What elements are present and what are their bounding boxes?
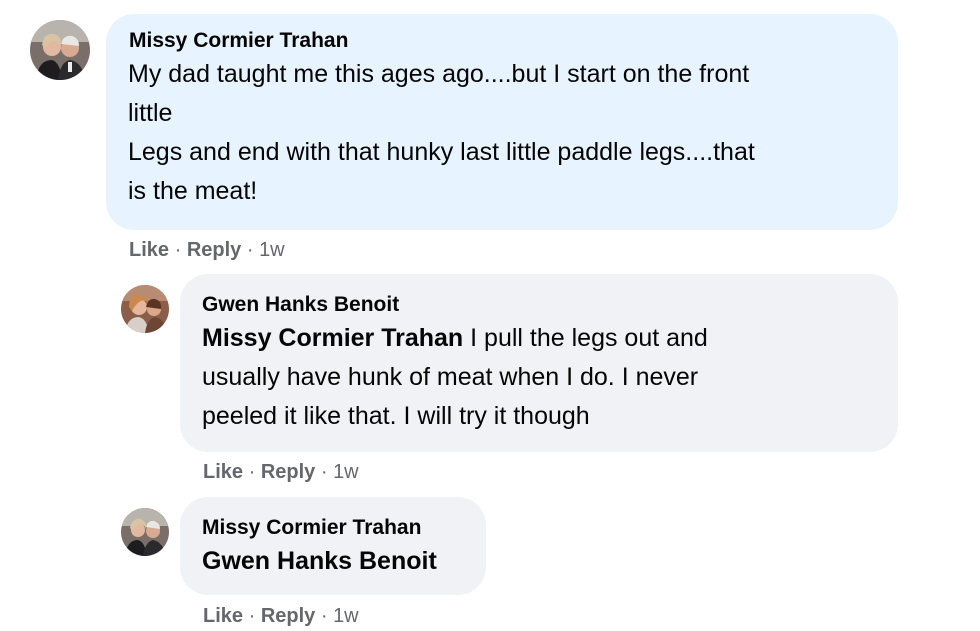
comment-text-line: My dad taught me this ages ago....but I … [128,60,750,88]
separator: · [248,461,261,483]
comment-text: Gwen Hanks Benoit [202,542,464,581]
separator: · [320,461,334,483]
separator: · [320,605,334,627]
comment-text-fragment: I pull the legs out and [463,324,708,352]
comment-text: Missy Cormier Trahan I pull the legs out… [202,319,876,436]
comment-author[interactable]: Missy Cormier Trahan [129,28,876,54]
mention-link[interactable]: Missy Cormier Trahan [202,324,463,352]
separator: · [246,239,260,261]
comment-text-line: peeled it like that. I will try it thoug… [202,402,590,430]
comment-text-line: Legs and end with that hunky last little… [128,138,755,166]
comment-author[interactable]: Gwen Hanks Benoit [202,292,876,318]
like-button[interactable]: Like [203,605,243,627]
reply-button[interactable]: Reply [261,461,315,483]
comment-timestamp[interactable]: 1w [259,239,285,261]
avatar[interactable] [121,285,169,333]
profile-photo-icon [121,508,169,556]
comment-bubble: Missy Cormier Trahan My dad taught me th… [106,14,898,230]
comment-author[interactable]: Missy Cormier Trahan [202,515,464,541]
avatar[interactable] [121,508,169,556]
comment-text-line: is the meat! [128,177,258,205]
comment-timestamp[interactable]: 1w [333,461,359,483]
avatar[interactable] [30,20,90,80]
like-button[interactable]: Like [203,461,243,483]
comment-actions: Like · Reply · 1w [203,604,359,628]
profile-photo-icon [30,20,90,80]
separator: · [174,239,187,261]
profile-photo-icon [121,285,169,333]
separator: · [248,605,261,627]
reply-button[interactable]: Reply [261,605,315,627]
like-button[interactable]: Like [129,239,169,261]
reply-button[interactable]: Reply [187,239,241,261]
reply-bubble: Gwen Hanks Benoit Missy Cormier Trahan I… [180,274,898,452]
comment-text-line: usually have hunk of meat when I do. I n… [202,363,699,391]
comment-thread: Missy Cormier Trahan My dad taught me th… [0,0,980,631]
comment-actions: Like · Reply · 1w [203,460,359,484]
reply-bubble: Missy Cormier Trahan Gwen Hanks Benoit [180,497,486,595]
comment-text: My dad taught me this ages ago....but I … [128,55,876,211]
mention-link[interactable]: Gwen Hanks Benoit [202,542,464,581]
comment-actions: Like · Reply · 1w [129,238,285,262]
comment-text-line: Missy Cormier Trahan I pull the legs out… [202,319,876,358]
comment-text-line: little [128,99,173,127]
comment-timestamp[interactable]: 1w [333,605,359,627]
